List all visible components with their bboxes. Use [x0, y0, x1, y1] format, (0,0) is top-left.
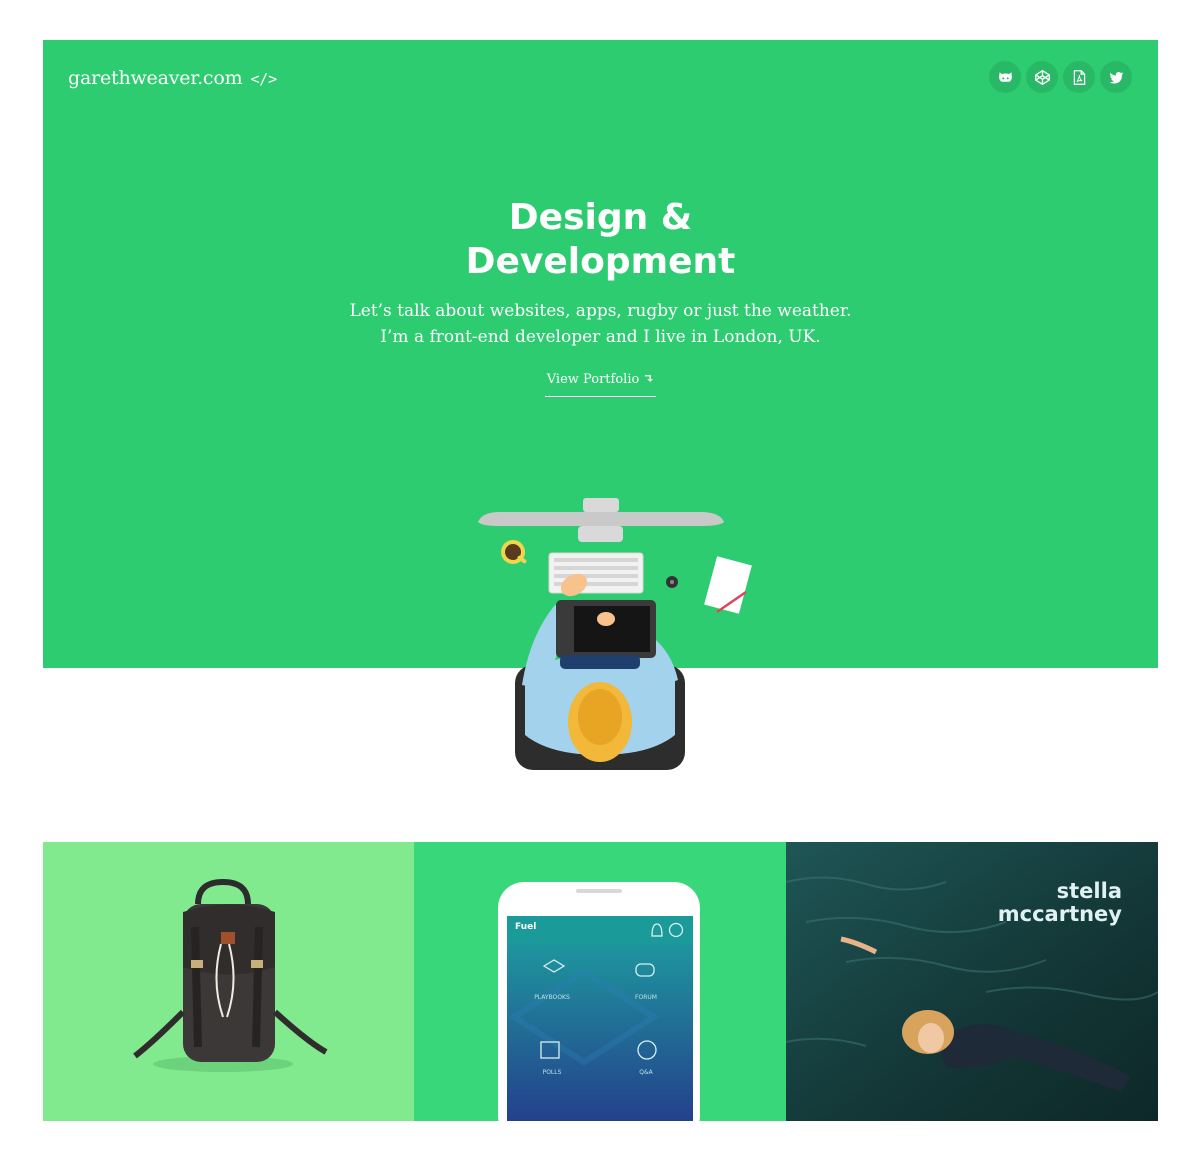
app-item-qa: Q&A: [639, 1069, 653, 1076]
codepen-icon: [1034, 69, 1050, 85]
site-logo[interactable]: garethweaver.com </>: [68, 67, 277, 89]
stella-line-1: stella: [1056, 879, 1122, 903]
cv-pdf-link[interactable]: [1063, 61, 1095, 93]
portfolio-item-fuel-app[interactable]: Fuel PLAYBOOKS FORUM POLLS Q&A: [414, 842, 786, 1121]
social-links: [989, 61, 1132, 93]
twitter-link[interactable]: [1100, 61, 1132, 93]
portfolio-item-stella-mccartney[interactable]: stella mccartney: [786, 842, 1158, 1121]
view-portfolio-link[interactable]: View Portfolio ↴: [545, 372, 656, 397]
hero-tagline: Let’s talk about websites, apps, rugby o…: [43, 298, 1158, 350]
github-link[interactable]: [989, 61, 1021, 93]
twitter-icon: [1109, 71, 1123, 84]
app-item-forum: FORUM: [635, 994, 657, 1001]
codepen-link[interactable]: [1026, 61, 1058, 93]
developer-desk-illustration: [478, 498, 752, 770]
headline-line-1: Design &: [508, 197, 693, 238]
view-portfolio-label: View Portfolio: [546, 372, 640, 387]
backpack-image: [133, 878, 328, 1072]
stella-mccartney-logo: stella mccartney: [998, 880, 1122, 926]
app-title: Fuel: [515, 922, 537, 932]
logo-text: garethweaver.com: [68, 67, 243, 89]
pdf-icon: [1073, 69, 1085, 85]
arrow-down-icon: ↴: [643, 372, 655, 387]
portfolio-grid: Fuel PLAYBOOKS FORUM POLLS Q&A stella mc…: [43, 842, 1158, 1121]
code-icon: </>: [250, 70, 277, 88]
app-item-playbooks: PLAYBOOKS: [534, 994, 570, 1001]
phone-mockup: [498, 882, 700, 1121]
tagline-line-2: I’m a front-end developer and I live in …: [380, 327, 821, 347]
headline-line-2: Development: [465, 241, 736, 282]
app-item-polls: POLLS: [542, 1069, 562, 1076]
stella-line-2: mccartney: [997, 902, 1122, 926]
hero-headline: Design & Development: [43, 196, 1158, 284]
github-icon: [998, 71, 1012, 82]
portfolio-item-backpack[interactable]: [43, 842, 414, 1121]
tagline-line-1: Let’s talk about websites, apps, rugby o…: [349, 301, 852, 321]
